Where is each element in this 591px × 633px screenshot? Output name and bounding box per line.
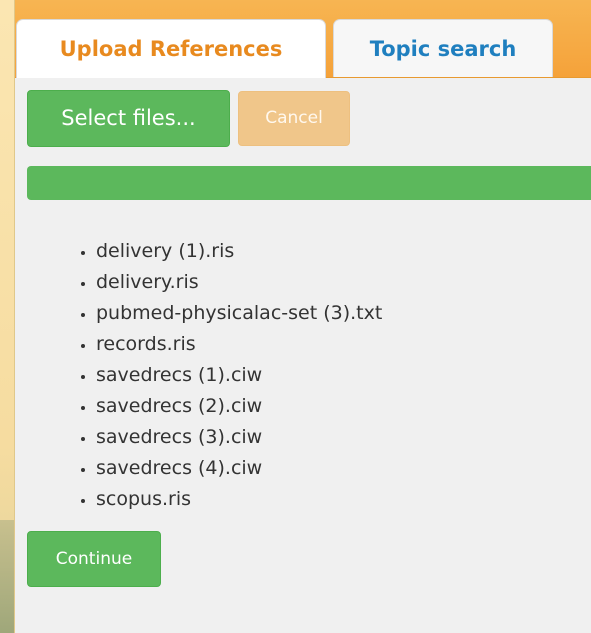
continue-button[interactable]: Continue <box>27 531 161 587</box>
upload-panel: Upload References Topic search Select fi… <box>14 0 591 633</box>
file-list-item: savedrecs (2).ciw <box>96 391 382 422</box>
file-list-item: savedrecs (3).ciw <box>96 422 382 453</box>
file-list-item: pubmed-physicalac-set (3).txt <box>96 298 382 329</box>
file-list-item: scopus.ris <box>96 484 382 515</box>
file-list-item: delivery.ris <box>96 267 382 298</box>
tab-bar: Upload References Topic search <box>15 0 591 78</box>
file-list-item: records.ris <box>96 329 382 360</box>
upload-progress-bar <box>27 166 591 200</box>
file-list-item: delivery (1).ris <box>96 236 382 267</box>
file-list-item: savedrecs (1).ciw <box>96 360 382 391</box>
tab-upload-references[interactable]: Upload References <box>16 19 326 78</box>
uploaded-file-list: delivery (1).ris delivery.ris pubmed-phy… <box>71 236 382 515</box>
cancel-button[interactable]: Cancel <box>238 91 350 146</box>
tab-topic-search[interactable]: Topic search <box>333 19 553 77</box>
select-files-button[interactable]: Select files... <box>27 90 230 147</box>
file-list-item: savedrecs (4).ciw <box>96 453 382 484</box>
